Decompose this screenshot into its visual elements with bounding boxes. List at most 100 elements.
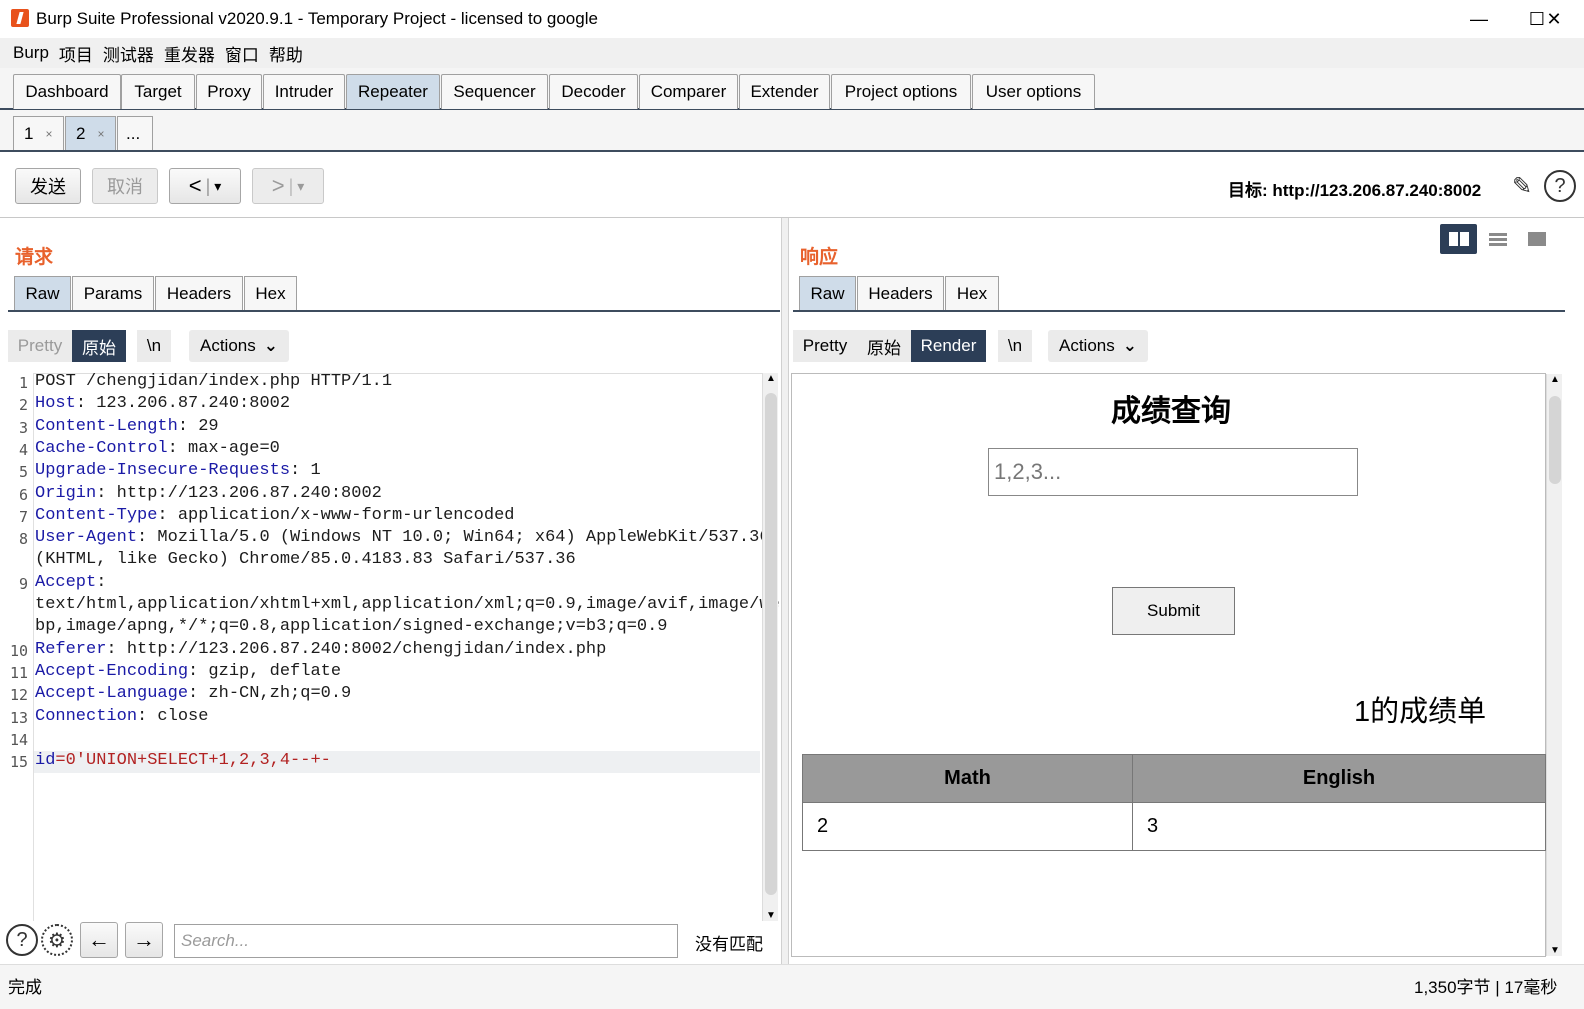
line-number: 4 bbox=[18, 441, 28, 459]
line-number: 7 bbox=[18, 508, 28, 526]
status-text: 完成 bbox=[8, 978, 42, 997]
render-id-input[interactable] bbox=[988, 448, 1358, 496]
response-pretty-toggle[interactable]: Pretty bbox=[793, 330, 857, 362]
response-size-time: 1,350字节 | 17毫秒 bbox=[1414, 978, 1558, 997]
request-newline-toggle[interactable]: \n bbox=[137, 330, 171, 362]
tabs-layout-button[interactable] bbox=[1518, 224, 1555, 254]
header-value: : http://123.206.87.240:8002/chengjidan/… bbox=[106, 640, 607, 659]
request-line: Accept: bbox=[35, 573, 106, 592]
response-render-toggle[interactable]: Render bbox=[911, 330, 986, 362]
line-number: 14 bbox=[9, 731, 28, 749]
tab-target[interactable]: Target bbox=[121, 74, 195, 109]
chevron-right-icon: > bbox=[271, 173, 285, 198]
gear-icon[interactable]: ⚙ bbox=[41, 924, 73, 956]
previous-match-button[interactable]: ← bbox=[80, 922, 118, 958]
new-tab-button[interactable]: ... bbox=[117, 116, 153, 150]
forward-button[interactable]: > | ▾ bbox=[252, 168, 324, 204]
tab-extender[interactable]: Extender bbox=[739, 74, 830, 109]
tab-comparer[interactable]: Comparer bbox=[639, 74, 738, 109]
table-cell-english: 3 bbox=[1132, 802, 1546, 851]
search-input[interactable] bbox=[174, 924, 678, 958]
next-match-button[interactable]: → bbox=[125, 922, 163, 958]
close-tab-icon[interactable]: × bbox=[45, 127, 52, 141]
tab-proxy[interactable]: Proxy bbox=[196, 74, 262, 109]
tab-sequencer[interactable]: Sequencer bbox=[441, 74, 548, 109]
scroll-down-icon[interactable]: ▼ bbox=[766, 910, 776, 921]
tab-intruder[interactable]: Intruder bbox=[263, 74, 345, 109]
response-scrollbar[interactable]: ▲ ▼ bbox=[1546, 374, 1562, 956]
render-subheading: 1的成绩单 bbox=[1354, 696, 1487, 728]
line-number: 12 bbox=[9, 686, 28, 704]
response-raw-toggle[interactable]: 原始 bbox=[857, 330, 911, 362]
response-tab-hex[interactable]: Hex bbox=[945, 276, 999, 310]
dropdown-icon[interactable]: ▾ bbox=[297, 178, 304, 195]
header-value: : bbox=[96, 573, 107, 592]
line-number: 11 bbox=[9, 664, 28, 682]
request-line: text/html,application/xhtml+xml,applicat… bbox=[35, 595, 780, 614]
menu-repeater[interactable]: 重发器 bbox=[159, 41, 220, 66]
request-tab-raw[interactable]: Raw bbox=[14, 276, 71, 310]
menu-window[interactable]: 窗口 bbox=[220, 41, 264, 66]
line-number: 10 bbox=[9, 642, 28, 660]
header-value: : application/x-www-form-urlencoded bbox=[157, 506, 515, 525]
response-newline-toggle[interactable]: \n bbox=[998, 330, 1032, 362]
menu-help[interactable]: 帮助 bbox=[264, 41, 308, 66]
side-by-side-layout-button[interactable] bbox=[1440, 224, 1477, 254]
request-tab-params[interactable]: Params bbox=[72, 276, 154, 310]
scroll-down-icon[interactable]: ▼ bbox=[1550, 945, 1560, 956]
minimize-button[interactable]: — bbox=[1450, 0, 1508, 38]
scroll-thumb[interactable] bbox=[765, 393, 777, 895]
divider bbox=[793, 310, 1565, 312]
scroll-up-icon[interactable]: ▲ bbox=[1550, 374, 1560, 385]
render-heading: 成绩查询 bbox=[1111, 395, 1231, 428]
menu-intruder[interactable]: 测试器 bbox=[98, 41, 159, 66]
tab-dashboard[interactable]: Dashboard bbox=[13, 74, 121, 109]
render-score-table: Math English 2 3 bbox=[802, 754, 1546, 851]
back-button[interactable]: < | ▾ bbox=[169, 168, 241, 204]
stacked-layout-button[interactable] bbox=[1479, 224, 1516, 254]
header-name: Referer bbox=[35, 640, 107, 659]
render-submit-button[interactable]: Submit bbox=[1112, 587, 1235, 635]
cancel-button[interactable]: 取消 bbox=[92, 168, 158, 204]
pencil-icon[interactable]: ✎ bbox=[1506, 170, 1538, 202]
tab-user-options[interactable]: User options bbox=[972, 74, 1095, 109]
menu-project[interactable]: 项目 bbox=[54, 41, 98, 66]
close-button[interactable]: ✕ bbox=[1524, 0, 1584, 38]
request-actions-dropdown[interactable]: Actions ⌄ bbox=[189, 330, 289, 362]
param-value: 0'UNION+SELECT+1,2,3,4--+- bbox=[65, 751, 331, 770]
header-name: Cache-Control bbox=[35, 439, 168, 458]
header-value: : max-age=0 bbox=[167, 439, 280, 458]
response-tab-headers[interactable]: Headers bbox=[857, 276, 944, 310]
menu-burp[interactable]: Burp bbox=[8, 43, 54, 63]
response-tab-raw[interactable]: Raw bbox=[799, 276, 856, 310]
send-button[interactable]: 发送 bbox=[15, 168, 81, 204]
scroll-up-icon[interactable]: ▲ bbox=[766, 373, 776, 384]
dropdown-icon[interactable]: ▾ bbox=[214, 178, 221, 195]
request-raw-toggle[interactable]: 原始 bbox=[72, 330, 126, 362]
request-line: Accept-Encoding: gzip, deflate bbox=[35, 662, 341, 681]
close-tab-icon[interactable]: × bbox=[97, 127, 104, 141]
help-icon[interactable]: ? bbox=[6, 924, 38, 956]
chevron-left-icon: < bbox=[188, 173, 202, 198]
request-scrollbar[interactable]: ▲ ▼ bbox=[762, 373, 778, 921]
header-name: Accept-Language bbox=[35, 684, 189, 703]
request-line: Content-Type: application/x-www-form-url… bbox=[35, 506, 514, 525]
response-title: 响应 bbox=[800, 246, 839, 268]
scroll-thumb[interactable] bbox=[1549, 396, 1561, 484]
pane-divider[interactable] bbox=[781, 218, 789, 964]
header-value: : Mozilla/5.0 (Windows NT 10.0; Win64; x… bbox=[137, 528, 770, 547]
repeater-tab-1[interactable]: 1 × bbox=[13, 116, 64, 150]
request-pretty-toggle[interactable]: Pretty bbox=[8, 330, 72, 362]
help-icon[interactable]: ? bbox=[1544, 170, 1576, 202]
rows-icon bbox=[1488, 233, 1507, 246]
request-tab-headers[interactable]: Headers bbox=[155, 276, 243, 310]
request-line: User-Agent: Mozilla/5.0 (Windows NT 10.0… bbox=[35, 528, 770, 547]
tab-decoder[interactable]: Decoder bbox=[549, 74, 638, 109]
tab-project-options[interactable]: Project options bbox=[831, 74, 971, 109]
tab-repeater[interactable]: Repeater bbox=[346, 74, 440, 109]
request-tab-hex[interactable]: Hex bbox=[244, 276, 297, 310]
repeater-tab-2[interactable]: 2 × bbox=[65, 116, 116, 150]
chevron-down-icon: ⌄ bbox=[1122, 336, 1137, 355]
response-actions-dropdown[interactable]: Actions ⌄ bbox=[1048, 330, 1148, 362]
header-value: : close bbox=[137, 707, 209, 726]
